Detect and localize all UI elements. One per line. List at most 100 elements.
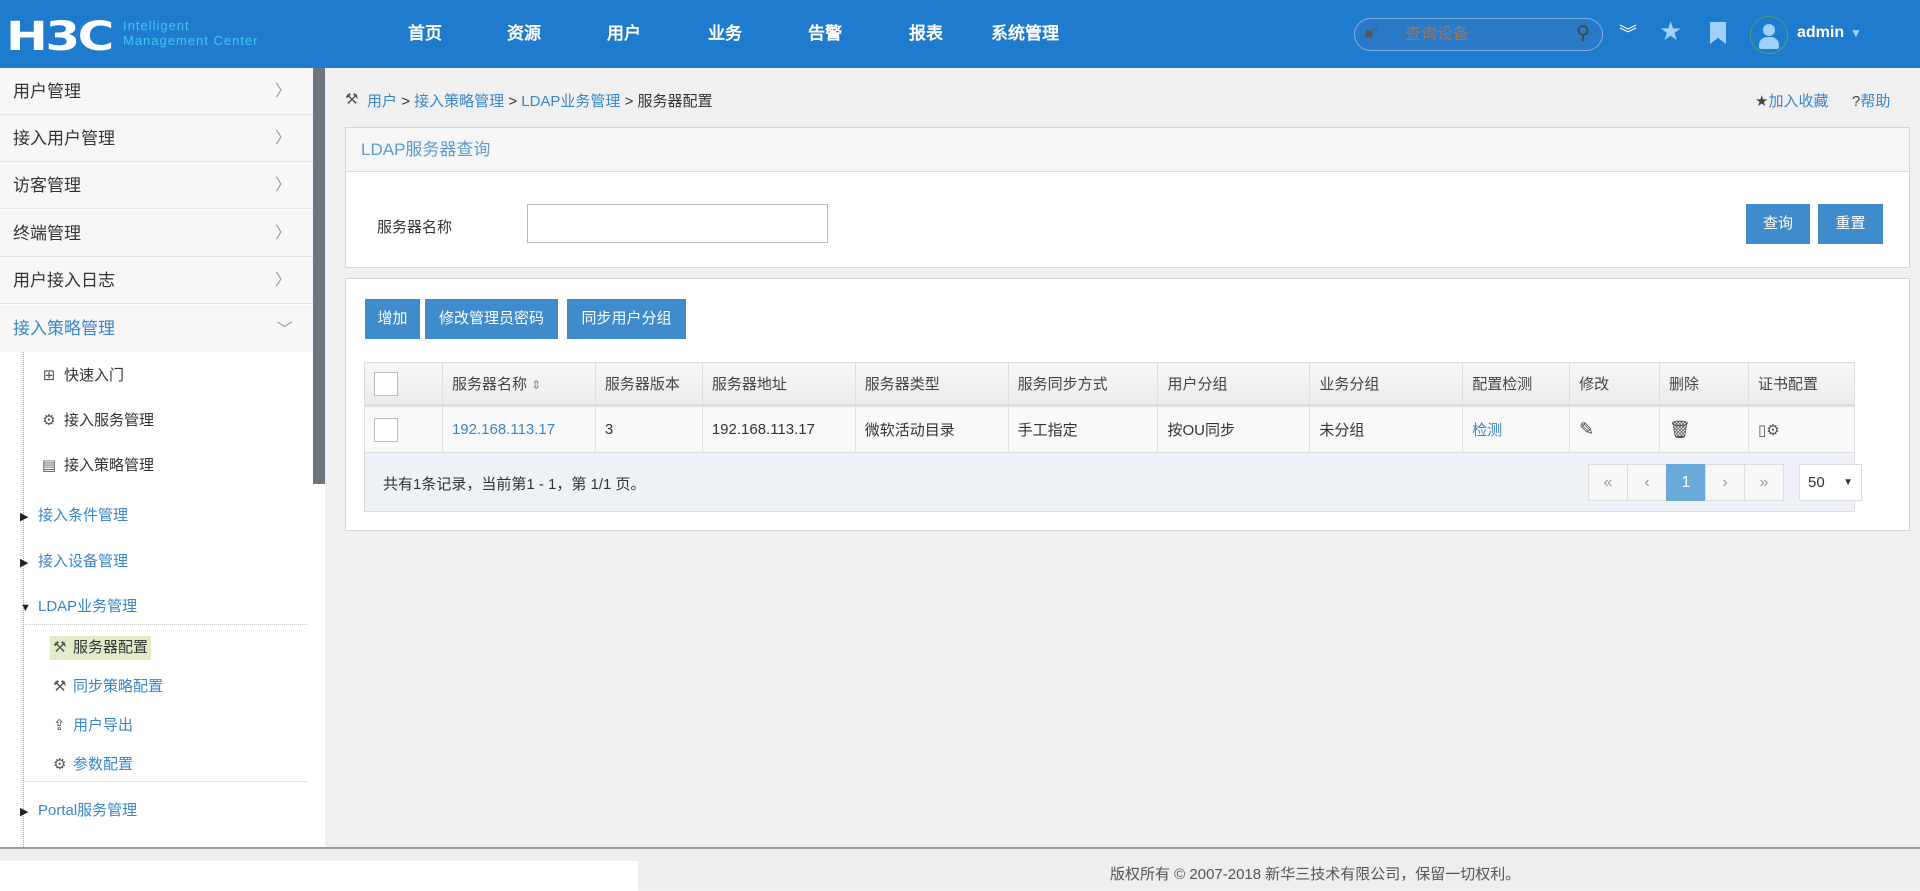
server-name-input[interactable] — [527, 204, 828, 243]
nav-business[interactable]: 业务 — [708, 0, 742, 68]
col-delete: 删除 — [1659, 362, 1749, 407]
group-label: Portal服务管理 — [38, 802, 138, 819]
query-button[interactable]: 查询 — [1746, 204, 1810, 244]
edit-icon[interactable]: ✎ — [1579, 419, 1594, 439]
breadcrumb-users[interactable]: 用户 — [367, 93, 397, 110]
sync-user-groups-button[interactable]: 同步用户分组 — [567, 299, 686, 339]
col-sync: 服务同步方式 — [1007, 362, 1159, 407]
nav-users[interactable]: 用户 — [607, 0, 641, 68]
nav-home[interactable]: 首页 — [408, 0, 442, 68]
item-label: 接入策略管理 — [64, 457, 155, 474]
nav-system[interactable]: 系统管理 — [991, 0, 1059, 68]
group-label: 接入条件管理 — [38, 507, 129, 524]
last-page-button[interactable]: » — [1744, 464, 1784, 501]
page-size-select[interactable]: 50 ▼ — [1799, 464, 1862, 501]
help-link[interactable]: ?帮助 — [1852, 90, 1890, 111]
col-biz-group: 业务分组 — [1309, 362, 1464, 407]
row-checkbox[interactable] — [374, 417, 398, 442]
server-config-icon: ⚒ — [53, 639, 67, 656]
group-label: 接入设备管理 — [38, 553, 129, 570]
device-type-dropdown-icon[interactable]: ■ˇ — [1365, 25, 1378, 41]
col-server-name[interactable]: 服务器名称 ⇕ — [441, 362, 596, 407]
breadcrumb-sep: > — [508, 93, 518, 110]
user-caret-icon[interactable]: ▼ — [1850, 26, 1862, 40]
menu-guest-management[interactable]: 访客管理 〉 — [0, 162, 313, 209]
nav-alarms[interactable]: 告警 — [808, 0, 842, 68]
check-link[interactable]: 检测 — [1472, 422, 1502, 439]
sync-method: 手工指定 — [1007, 405, 1159, 453]
sidebar-group-portal[interactable]: ▶ Portal服务管理 — [20, 799, 137, 823]
breadcrumb-icon: ⚒ — [345, 91, 359, 108]
star-icon[interactable]: ★ — [1659, 16, 1682, 47]
sidebar-item-user-export[interactable]: ⇪ 用户导出 — [50, 714, 136, 738]
double-chevron-down-icon[interactable]: ︾ — [1619, 20, 1637, 46]
logo-subtitle: Intelligent Management Center — [123, 18, 259, 48]
sidebar-group-access-device[interactable]: ▶ 接入设备管理 — [20, 550, 128, 574]
sidebar-item-access-service[interactable]: ⚙ 接入服务管理 — [40, 409, 154, 433]
username[interactable]: admin — [1797, 24, 1844, 42]
avatar[interactable] — [1750, 16, 1788, 54]
col-check: 配置检测 — [1462, 362, 1571, 407]
sidebar-item-server-config[interactable]: ⚒ 服务器配置 — [50, 636, 152, 660]
prev-page-button[interactable]: ‹ — [1627, 464, 1667, 501]
sidebar-item-params[interactable]: ⚙ 参数配置 — [50, 753, 136, 777]
menu-access-log[interactable]: 用户接入日志 〉 — [0, 257, 313, 304]
sidebar-item-sync-policy[interactable]: ⚒ 同步策略配置 — [50, 675, 166, 699]
sort-icon[interactable]: ⇕ — [531, 378, 541, 392]
sidebar-item-quick-start[interactable]: ⊞ 快速入门 — [40, 364, 124, 388]
breadcrumb-ldap[interactable]: LDAP业务管理 — [521, 93, 620, 110]
add-button[interactable]: 增加 — [365, 299, 420, 339]
sidebar-group-ldap[interactable]: ▼ LDAP业务管理 — [20, 595, 137, 619]
item-label: 参数配置 — [73, 756, 134, 773]
expand-right-icon: ▶ — [20, 511, 29, 523]
record-summary: 共有1条记录，当前第1 - 1，第 1/1 页。 — [383, 476, 646, 493]
col-edit: 修改 — [1569, 362, 1661, 407]
item-label: 用户导出 — [73, 717, 134, 734]
add-favorite-link[interactable]: ★加入收藏 — [1755, 90, 1828, 111]
breadcrumb-access-policy[interactable]: 接入策略管理 — [414, 93, 504, 110]
server-version: 3 — [594, 405, 703, 453]
cert-config-icon[interactable]: ▯⚙ — [1758, 422, 1780, 439]
row-select-cell — [364, 405, 443, 453]
user-group: 按OU同步 — [1157, 405, 1311, 453]
chevron-right-icon: 〉 — [274, 83, 291, 100]
top-header: H3C Intelligent Management Center 首页 资源 … — [0, 0, 1920, 68]
search-icon[interactable]: ⚲ — [1576, 22, 1590, 45]
menu-access-user-management[interactable]: 接入用户管理 〉 — [0, 115, 313, 162]
reset-button[interactable]: 重置 — [1818, 204, 1883, 244]
current-page-button[interactable]: 1 — [1666, 464, 1706, 501]
breadcrumb-current: 服务器配置 — [637, 93, 713, 110]
item-label: 接入服务管理 — [64, 412, 155, 429]
collapse-down-icon: ▼ — [20, 602, 31, 614]
delete-trash-icon[interactable]: 🗑 — [1669, 420, 1691, 439]
nav-reports[interactable]: 报表 — [909, 0, 943, 68]
biz-group: 未分组 — [1309, 405, 1464, 453]
server-name-link[interactable]: 192.168.113.17 — [452, 421, 555, 438]
menu-user-management[interactable]: 用户管理 〉 — [0, 68, 313, 115]
next-page-button[interactable]: › — [1705, 464, 1745, 501]
query-panel-title: LDAP服务器查询 — [346, 128, 1909, 172]
change-admin-password-button[interactable]: 修改管理员密码 — [425, 299, 558, 339]
nav-resources[interactable]: 资源 — [507, 0, 541, 68]
chevron-down-icon: 〉 — [274, 320, 292, 337]
divider — [25, 624, 307, 625]
sidebar-group-access-condition[interactable]: ▶ 接入条件管理 — [20, 504, 128, 528]
chevron-right-icon: 〉 — [274, 177, 291, 194]
logo-line2: Management Center — [123, 33, 259, 48]
sidebar-scrollbar[interactable] — [313, 68, 325, 484]
select-all-checkbox[interactable] — [374, 371, 398, 396]
server-address: 192.168.113.17 — [701, 405, 856, 453]
service-icon: ⚙ — [42, 412, 56, 429]
group-label: LDAP业务管理 — [38, 598, 138, 615]
col-label: 服务器名称 — [451, 376, 527, 393]
item-label: 服务器配置 — [73, 639, 149, 656]
sidebar-item-access-policy[interactable]: ▤ 接入策略管理 — [40, 454, 154, 478]
menu-terminal-management[interactable]: 终端管理 〉 — [0, 210, 313, 257]
user-head-icon — [1763, 24, 1775, 36]
device-search-input[interactable] — [1405, 23, 1555, 47]
user-body-icon — [1759, 37, 1779, 49]
first-page-button[interactable]: « — [1588, 464, 1628, 501]
bookmark-icon[interactable] — [1710, 22, 1726, 44]
menu-label: 用户管理 — [13, 82, 81, 101]
menu-access-policy-management[interactable]: 接入策略管理 〉 — [0, 305, 313, 352]
